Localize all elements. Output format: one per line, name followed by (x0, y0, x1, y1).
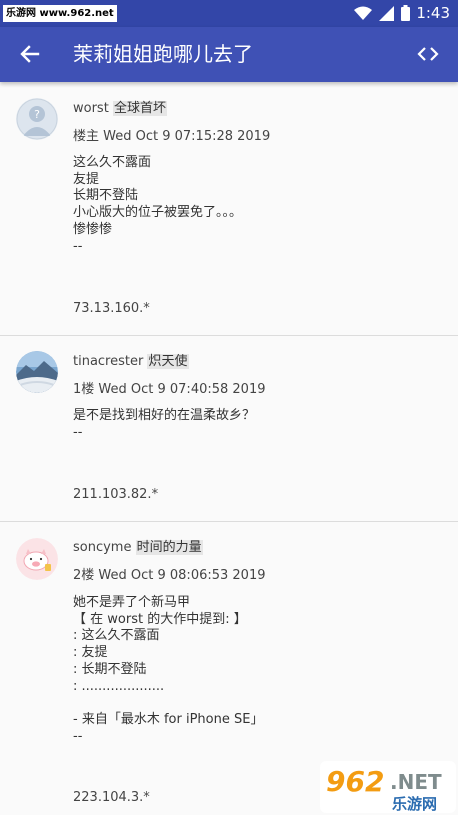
post-floor-time: 1楼 Wed Oct 9 07:40:58 2019 (73, 382, 266, 397)
code-view-icon[interactable] (412, 38, 444, 70)
logo-net: .NET (390, 770, 442, 794)
status-time: 1:43 (416, 4, 450, 22)
author-name[interactable]: worst (73, 101, 109, 116)
status-icons (354, 5, 410, 21)
pig-avatar-icon (16, 538, 58, 580)
post-ip: 73.13.160.* (73, 301, 150, 316)
landscape-avatar-icon (16, 351, 58, 393)
post-author: soncyme 时间的力量 (73, 539, 203, 557)
page-title: 茉莉姐姐跑哪儿去了 (73, 42, 253, 66)
author-name[interactable]: soncyme (73, 540, 131, 555)
post-item[interactable]: ? worst 全球首坏 楼主 Wed Oct 9 07:15:28 2019 … (0, 82, 458, 336)
author-title-tag: 时间的力量 (135, 540, 203, 555)
back-arrow-icon[interactable] (14, 38, 46, 70)
author-title-tag: 全球首坏 (112, 101, 167, 116)
default-avatar-icon: ? (16, 98, 58, 140)
svg-text:?: ? (34, 108, 40, 121)
post-ip: 211.103.82.* (73, 487, 159, 502)
post-floor-time: 2楼 Wed Oct 9 08:06:53 2019 (73, 568, 266, 583)
logo-number: 962 (326, 765, 384, 798)
status-bar: 乐游网 www.962.net 1:43 (0, 0, 458, 27)
battery-icon (401, 5, 410, 21)
post-content: 是不是找到相好的在温柔故乡？ -- (73, 408, 256, 440)
author-title-tag: 炽天使 (147, 354, 189, 369)
post-floor-time: 楼主 Wed Oct 9 07:15:28 2019 (73, 129, 271, 144)
avatar[interactable] (16, 351, 58, 393)
watermark-label: 乐游网 www.962.net (3, 5, 117, 22)
signal-icon (379, 5, 394, 21)
app-bar: 茉莉姐姐跑哪儿去了 (0, 27, 458, 82)
post-content: 她不是弄了个新马甲 【 在 worst 的大作中提到: 】 : 这么久不露面 :… (73, 595, 264, 744)
post-item[interactable]: tinacrester 炽天使 1楼 Wed Oct 9 07:40:58 20… (0, 336, 458, 522)
post-ip: 223.104.3.* (73, 790, 150, 805)
post-author: tinacrester 炽天使 (73, 353, 189, 371)
site-logo: 962 .NET 乐游网 (320, 761, 456, 813)
post-author: worst 全球首坏 (73, 100, 167, 118)
logo-text: 乐游网 (392, 795, 437, 813)
post-content: 这么久不露面 友提 长期不登陆 小心版大的位子被罢免了。。。 惨惨惨 -- (73, 155, 243, 254)
wifi-icon (354, 6, 372, 20)
author-name[interactable]: tinacrester (73, 354, 143, 369)
avatar[interactable] (16, 538, 58, 580)
avatar[interactable]: ? (16, 98, 58, 140)
